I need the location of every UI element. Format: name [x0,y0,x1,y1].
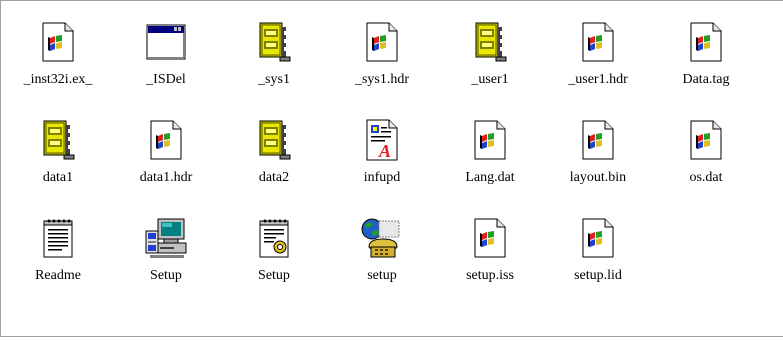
file-item-label: _sys1.hdr [354,72,410,87]
file-item-setup-exe[interactable]: Setup [112,214,220,312]
file-item-setup-ini[interactable]: Setup [220,214,328,312]
generic-file-icon [142,116,190,164]
file-item-label: Readme [35,268,81,283]
file-item-os-dat[interactable]: os.dat [652,116,760,214]
file-item-label: _ISDel [146,72,186,87]
file-item-label: os.dat [689,170,723,185]
generic-file-icon [358,18,406,66]
application-window-icon [142,18,190,66]
generic-file-icon [34,18,82,66]
file-item-label: Data.tag [682,72,730,87]
setup-computer-icon [142,214,190,262]
file-item-data1[interactable]: data1 [4,116,112,214]
compressed-archive-icon [466,18,514,66]
file-item-label: layout.bin [569,170,627,185]
file-item-label: Lang.dat [465,170,515,185]
file-item-layout-bin[interactable]: layout.bin [544,116,652,214]
file-item-infupd[interactable]: A infupd [328,116,436,214]
svg-text:A: A [378,141,391,161]
file-item-user1-hdr[interactable]: _user1.hdr [544,18,652,116]
file-item-label: data1 [42,170,74,185]
file-item-data-tag[interactable]: Data.tag [652,18,760,116]
file-item-user1[interactable]: _user1 [436,18,544,116]
file-item-setup-iss[interactable]: setup.iss [436,214,544,312]
generic-file-icon [466,116,514,164]
file-list-pane: _inst32i.ex_ _ISDel _sys1 _sys1.hdr _use… [0,0,783,340]
file-item-label: setup.lid [574,268,622,283]
file-item-lang-dat[interactable]: Lang.dat [436,116,544,214]
generic-file-icon [466,214,514,262]
file-item-label: setup [367,268,397,283]
generic-file-icon [682,116,730,164]
file-item-sys1[interactable]: _sys1 [220,18,328,116]
file-item-data2[interactable]: data2 [220,116,328,214]
file-item-label: data1.hdr [139,170,193,185]
file-item-setup-dialer[interactable]: setup [328,214,436,312]
pane-border-top [0,0,783,1]
file-item-label: _inst32i.ex_ [23,72,93,87]
file-item-label: infupd [363,170,401,185]
file-item-label: Setup [258,268,290,283]
compressed-archive-icon [250,18,298,66]
file-item-setup-lid[interactable]: setup.lid [544,214,652,312]
file-item-label: data2 [258,170,290,185]
wordpad-document-icon: A [358,116,406,164]
compressed-archive-icon [34,116,82,164]
file-item-isdel[interactable]: _ISDel [112,18,220,116]
internet-dialer-icon [358,214,406,262]
file-item-label: Setup [150,268,182,283]
file-item-label: _user1 [471,72,509,87]
file-item-readme[interactable]: Readme [4,214,112,312]
generic-file-icon [574,214,622,262]
file-item-inst32i-ex[interactable]: _inst32i.ex_ [4,18,112,116]
compressed-archive-icon [250,116,298,164]
file-item-data1-hdr[interactable]: data1.hdr [112,116,220,214]
generic-file-icon [574,116,622,164]
generic-file-icon [574,18,622,66]
notepad-text-icon [34,214,82,262]
generic-file-icon [682,18,730,66]
file-item-sys1-hdr[interactable]: _sys1.hdr [328,18,436,116]
icon-grid: _inst32i.ex_ _ISDel _sys1 _sys1.hdr _use… [4,18,760,312]
file-item-label: _sys1 [258,72,290,87]
file-item-label: _user1.hdr [568,72,628,87]
pane-border-bottom [0,336,783,337]
pane-border-left [0,0,1,337]
setup-config-icon [250,214,298,262]
file-item-label: setup.iss [466,268,514,283]
